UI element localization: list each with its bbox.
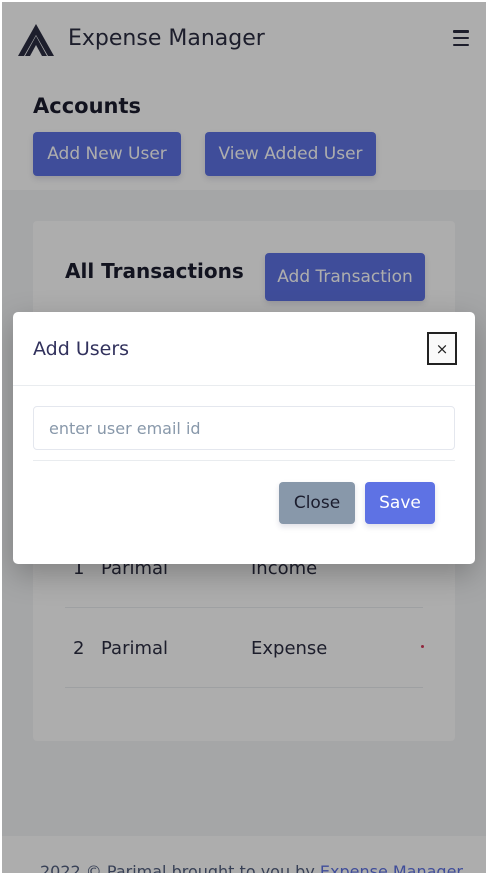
close-button[interactable]: Close [279,482,355,524]
save-button[interactable]: Save [365,482,435,524]
add-users-modal: Add Users × Close Save [13,312,475,564]
modal-divider [33,460,455,461]
email-field[interactable] [33,406,455,450]
app-frame: Expense Manager Accounts Add New User Vi… [2,2,486,873]
modal-title: Add Users [33,338,130,360]
close-icon[interactable]: × [427,332,457,365]
modal-header: Add Users × [13,312,475,386]
